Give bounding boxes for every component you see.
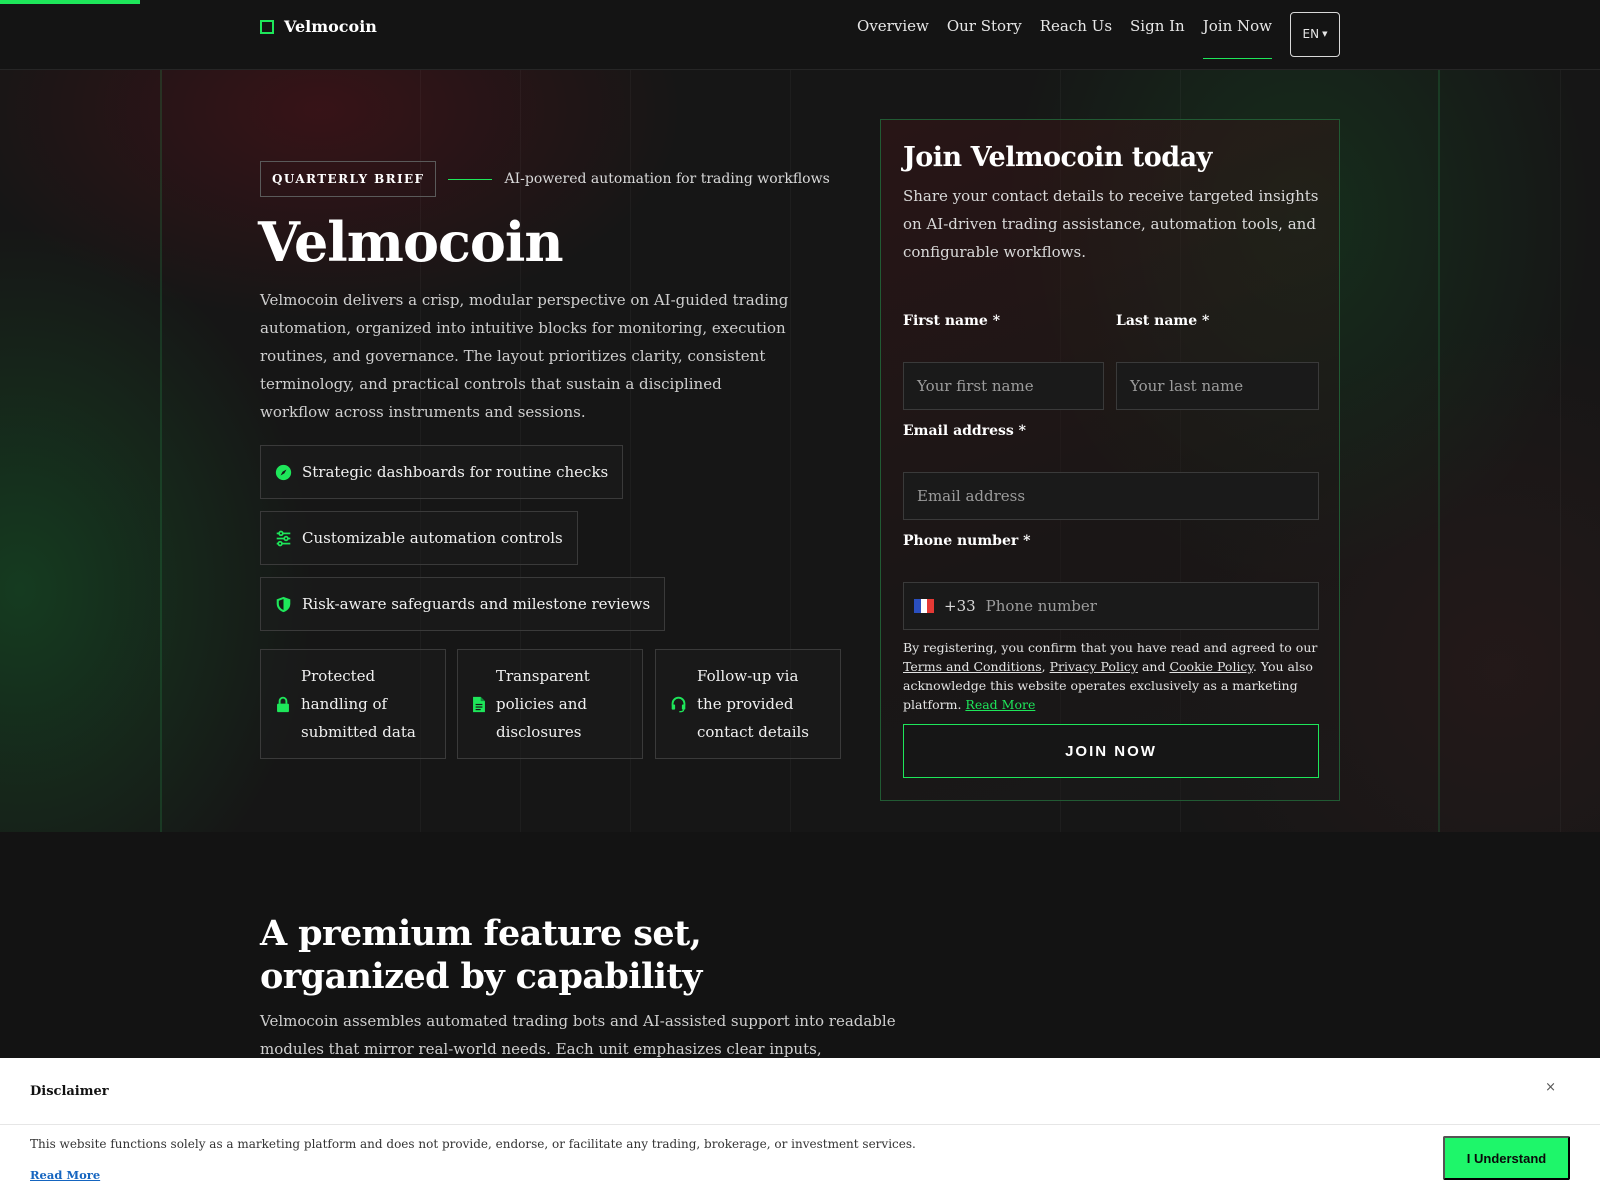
card-follow-up: Follow-up via the provided contact detai… <box>655 649 841 759</box>
phone-dial-code: +33 <box>944 597 976 615</box>
france-flag-icon[interactable] <box>914 599 935 613</box>
grid-line <box>1438 70 1440 832</box>
terms-link[interactable]: Terms and Conditions <box>903 659 1042 674</box>
legal-comma: , <box>1041 659 1050 674</box>
phone-input[interactable]: +33 Phone number <box>903 582 1319 630</box>
last-name-placeholder: Your last name <box>1130 377 1244 395</box>
disclaimer-read-more-link[interactable]: Read More <box>30 1168 100 1182</box>
badge-divider <box>448 178 493 180</box>
email-input[interactable]: Email address <box>903 472 1319 520</box>
nav-overview[interactable]: Overview <box>857 12 929 58</box>
close-icon[interactable]: × <box>1545 1080 1556 1095</box>
cookie-link[interactable]: Cookie Policy <box>1169 659 1252 674</box>
disclaimer-banner: Disclaimer × This website functions sole… <box>0 1058 1600 1200</box>
first-name-label: First name * <box>903 313 1001 329</box>
phone-placeholder: Phone number <box>985 597 1097 615</box>
logo-square-icon <box>260 19 274 34</box>
feature-pill-dashboards: Strategic dashboards for routine checks <box>260 445 624 499</box>
page-progress-bar <box>0 0 140 4</box>
first-name-input[interactable]: Your first name <box>903 362 1104 410</box>
headset-icon <box>670 696 687 713</box>
lock-icon <box>275 696 291 713</box>
i-understand-button[interactable]: I Understand <box>1443 1136 1570 1180</box>
document-icon <box>472 696 486 713</box>
nav-sign-in[interactable]: Sign In <box>1130 12 1185 58</box>
hero-description: Velmocoin delivers a crisp, modular pers… <box>260 291 789 421</box>
email-placeholder: Email address <box>917 487 1026 505</box>
language-selector[interactable]: EN ▼ <box>1290 11 1340 57</box>
legal-prefix: By registering, you confirm that you hav… <box>903 640 1318 655</box>
phone-label: Phone number * <box>903 533 1031 549</box>
hero-section: QUARTERLY BRIEF AI-powered automation fo… <box>0 70 1600 832</box>
legal-consent-text: By registering, you confirm that you hav… <box>903 638 1323 714</box>
hero-title: Velmocoin <box>258 210 564 274</box>
feature-pill-automation: Customizable automation controls <box>260 511 578 565</box>
shield-icon <box>275 596 292 613</box>
feature-pill-safeguards: Risk-aware safeguards and milestone revi… <box>260 577 666 631</box>
brand-name: Velmocoin <box>284 17 377 36</box>
language-code: EN <box>1302 27 1320 41</box>
card-label: Follow-up via the provided contact detai… <box>697 667 810 741</box>
main-nav: Overview Our Story Reach Us Sign In Join… <box>857 11 1340 59</box>
grid-line <box>1560 70 1561 832</box>
disclaimer-text: This website functions solely as a marke… <box>30 1137 916 1151</box>
disclaimer-title: Disclaimer <box>30 1084 109 1099</box>
card-label: Protected handling of submitted data <box>301 667 416 741</box>
grid-line <box>160 70 162 832</box>
signup-form-panel: Join Velmocoin today Share your contact … <box>880 119 1340 801</box>
compass-icon <box>275 464 292 481</box>
privacy-link[interactable]: Privacy Policy <box>1050 659 1138 674</box>
nav-join-now[interactable]: Join Now <box>1202 12 1273 59</box>
last-name-label: Last name * <box>1116 313 1210 329</box>
last-name-input[interactable]: Your last name <box>1116 362 1319 410</box>
card-policies: Transparent policies and disclosures <box>457 649 643 759</box>
first-name-placeholder: Your first name <box>917 377 1034 395</box>
feature-label: Strategic dashboards for routine checks <box>302 463 609 481</box>
join-now-button[interactable]: JOIN NOW <box>903 724 1319 778</box>
nav-our-story[interactable]: Our Story <box>947 12 1022 58</box>
caret-down-icon: ▼ <box>1322 30 1328 38</box>
nav-reach-us[interactable]: Reach Us <box>1040 12 1112 58</box>
card-label: Transparent policies and disclosures <box>496 667 590 741</box>
sliders-icon <box>275 530 292 547</box>
form-subtitle: Share your contact details to receive ta… <box>903 187 1319 261</box>
quarterly-badge: QUARTERLY BRIEF <box>260 161 437 197</box>
form-title: Join Velmocoin today <box>903 142 1212 173</box>
brand-logo[interactable]: Velmocoin <box>260 17 377 36</box>
site-header: Velmocoin Overview Our Story Reach Us Si… <box>0 0 1600 70</box>
disclaimer-divider <box>0 1124 1600 1125</box>
hero-badge-row: QUARTERLY BRIEF AI-powered automation fo… <box>260 161 830 197</box>
form-read-more-link[interactable]: Read More <box>965 697 1035 712</box>
email-label: Email address * <box>903 423 1026 439</box>
features-section-title: A premium feature set, organized by capa… <box>260 913 702 997</box>
feature-label: Risk-aware safeguards and milestone revi… <box>302 595 651 613</box>
hero-tagline: AI-powered automation for trading workfl… <box>504 171 830 187</box>
card-data-protection: Protected handling of submitted data <box>260 649 446 759</box>
feature-label: Customizable automation controls <box>302 529 563 547</box>
legal-and: and <box>1138 659 1170 674</box>
